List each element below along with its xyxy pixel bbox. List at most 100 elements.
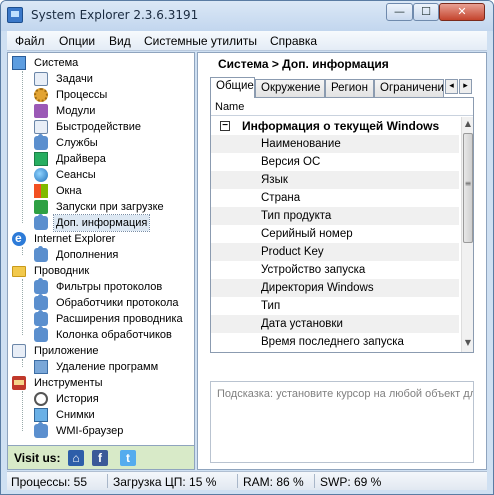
visit-us-bar: Visit us: ⌂ f t <box>7 446 195 470</box>
globe-icon <box>34 168 48 182</box>
puzzle-icon <box>34 246 48 262</box>
status-ram: RAM: 86 % <box>243 475 304 489</box>
folder-icon <box>12 266 26 277</box>
toolbox-icon <box>12 376 26 390</box>
driver-icon <box>34 152 48 166</box>
grid-row[interactable]: Product Key <box>211 243 459 261</box>
tab-restrictions[interactable]: Ограничени <box>374 79 444 97</box>
grid-row[interactable]: Наименование <box>211 135 459 153</box>
clock-icon <box>34 392 48 406</box>
tree-item-label: Запуски при загрузке <box>56 201 164 213</box>
gear-icon <box>34 88 48 102</box>
tree-item-label: WMI-браузер <box>56 425 124 437</box>
minimize-button[interactable]: — <box>386 3 413 21</box>
puzzle-icon <box>34 278 48 294</box>
close-button[interactable]: ✕ <box>439 3 485 21</box>
performance-icon <box>34 120 48 134</box>
app-icon <box>7 7 23 23</box>
home-icon[interactable]: ⌂ <box>68 450 84 466</box>
modules-icon <box>34 104 48 118</box>
collapse-icon[interactable]: − <box>220 121 230 131</box>
menu-options[interactable]: Опции <box>59 34 95 48</box>
title-bar: System Explorer 2.3.6.3191 — ☐ ✕ <box>1 1 493 31</box>
tab-environment[interactable]: Окружение <box>255 79 325 97</box>
computer-icon <box>12 56 26 70</box>
app-window: System Explorer 2.3.6.3191 — ☐ ✕ Файл Оп… <box>0 0 494 495</box>
window-title: System Explorer 2.3.6.3191 <box>31 8 199 22</box>
visit-us-label: Visit us: <box>14 451 61 465</box>
menu-bar: Файл Опции Вид Системные утилиты Справка <box>7 31 487 51</box>
puzzle-icon <box>34 214 48 230</box>
tree-item-label: Фильтры протоколов <box>56 281 163 293</box>
tree-item-label: Расширения проводника <box>56 313 183 325</box>
grid-row[interactable]: Директория Windows <box>211 279 459 297</box>
grid-row[interactable]: Тип продукта <box>211 207 459 225</box>
column-header-name[interactable]: Name <box>211 98 473 116</box>
tab-scroll-right-button[interactable]: ▸ <box>459 79 472 94</box>
grid-row[interactable]: Дата установки <box>211 315 459 333</box>
status-swap: SWP: 69 % <box>320 475 382 489</box>
facebook-icon[interactable]: f <box>92 450 108 466</box>
tree-item-label: Колонка обработчиков <box>56 329 172 341</box>
grid-row[interactable]: Тип <box>211 297 459 315</box>
tab-scroll-left-button[interactable]: ◂ <box>445 79 458 94</box>
puzzle-icon <box>34 310 48 326</box>
tree-item-label: Обработчики протокола <box>56 297 179 309</box>
startup-arrow-icon <box>34 200 48 214</box>
navigation-tree: Система Задачи Процессы Модули Быстродей… <box>7 52 195 446</box>
tree-item-label: Задачи <box>56 73 93 85</box>
tree-item-label: Модули <box>56 105 96 117</box>
tab-region[interactable]: Регион <box>325 79 374 97</box>
tab-general[interactable]: Общие <box>210 77 255 98</box>
tree-item-label: Процессы <box>56 89 108 101</box>
grid-row[interactable]: Страна <box>211 189 459 207</box>
tree-item-label: Службы <box>56 137 98 149</box>
grid-row[interactable]: Версия ОС <box>211 153 459 171</box>
puzzle-icon <box>34 294 48 310</box>
grid-row[interactable]: Серийный номер <box>211 225 459 243</box>
details-panel: Система > Доп. информация Общие Окружени… <box>197 52 487 470</box>
grid-row[interactable]: Язык <box>211 171 459 189</box>
tab-strip: Общие Окружение Регион Ограничени ◂ ▸ <box>210 77 474 98</box>
maximize-button[interactable]: ☐ <box>413 3 439 21</box>
scroll-thumb[interactable]: ≡ <box>463 133 473 243</box>
menu-view[interactable]: Вид <box>109 34 131 48</box>
puzzle-icon <box>34 422 48 438</box>
scroll-up-arrow-icon[interactable]: ▲ <box>463 119 473 131</box>
tree-node-label: Система <box>34 57 79 69</box>
windows-logo-icon <box>34 184 48 198</box>
grid-group-label: Информация о текущей Windows <box>242 119 440 133</box>
tree-item-label: Сеансы <box>56 169 96 181</box>
puzzle-icon <box>34 326 48 342</box>
scroll-grip-icon: ≡ <box>464 179 472 188</box>
menu-file[interactable]: Файл <box>15 34 45 48</box>
tree-item-label: История <box>56 393 99 405</box>
application-icon <box>12 344 26 358</box>
status-cpu: Загрузка ЦП: 15 % <box>113 475 217 489</box>
status-processes: Процессы: 55 <box>11 475 88 489</box>
vertical-scrollbar[interactable]: ▲ ≡ ▼ <box>461 117 473 352</box>
breadcrumb: Система > Доп. информация <box>218 57 389 71</box>
services-icon <box>34 134 48 150</box>
menu-system-utilities[interactable]: Системные утилиты <box>144 34 257 48</box>
status-bar: Процессы: 55 Загрузка ЦП: 15 % RAM: 86 %… <box>7 471 487 490</box>
tree-node-label: Internet Explorer <box>34 233 116 245</box>
hint-box: Подсказка: установите курсор на любой об… <box>210 381 474 463</box>
grid-row[interactable]: Устройство запуска <box>211 261 459 279</box>
tree-item-label: Дополнения <box>56 249 119 261</box>
tasks-icon <box>34 72 48 86</box>
grid-row[interactable]: Время последнего запуска <box>211 333 459 351</box>
internet-explorer-icon <box>12 230 26 246</box>
tree-node-label: Инструменты <box>34 377 103 389</box>
tree-item-label: Быстродействие <box>56 121 141 133</box>
twitter-icon[interactable]: t <box>120 450 136 466</box>
tree-item-label: Драйвера <box>56 153 106 165</box>
grid-group-windows-info[interactable]: − Информация о текущей Windows <box>211 117 459 135</box>
tree-node-label: Приложение <box>34 345 99 357</box>
tree-item-label: Окна <box>56 185 82 197</box>
uninstall-icon <box>34 360 48 374</box>
tree-item-label: Удаление программ <box>56 361 159 373</box>
scroll-down-arrow-icon[interactable]: ▼ <box>463 338 473 350</box>
info-grid: Name − Информация о текущей Windows Наим… <box>210 97 474 353</box>
menu-help[interactable]: Справка <box>270 34 317 48</box>
